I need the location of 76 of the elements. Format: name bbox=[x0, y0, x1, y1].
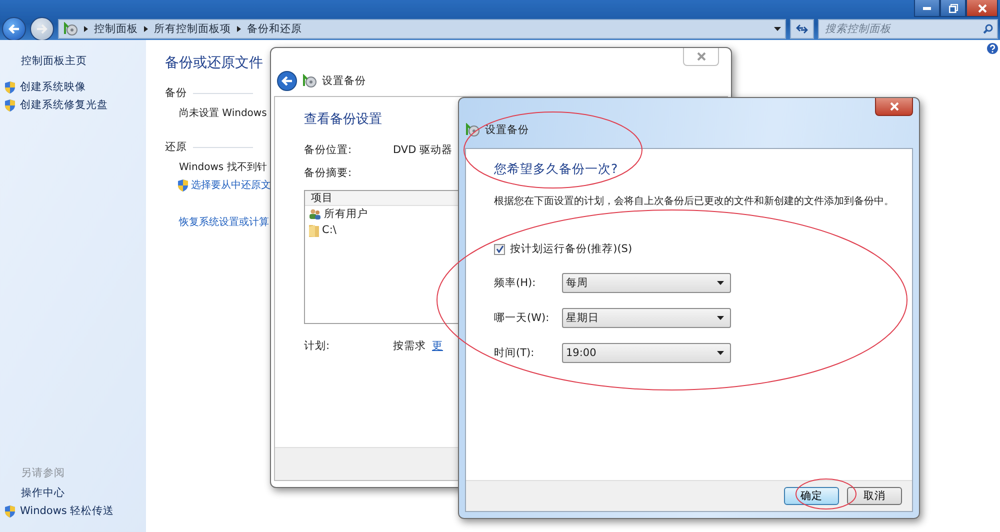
close-icon bbox=[696, 52, 706, 61]
setting-label: 备份位置: bbox=[304, 142, 353, 156]
field-label: 频率(H): bbox=[494, 276, 537, 290]
sidebar-link[interactable]: Windows 轻松传送 bbox=[4, 502, 114, 520]
backup-icon bbox=[302, 74, 317, 88]
close-button[interactable] bbox=[875, 98, 913, 116]
breadcrumb-arrow-icon bbox=[237, 26, 241, 32]
restore-button[interactable] bbox=[940, 0, 966, 17]
change-link[interactable]: 更 bbox=[432, 338, 443, 352]
dropdown-caret-icon bbox=[717, 316, 724, 320]
control-panel-icon bbox=[63, 22, 78, 36]
status-text: Windows 找不到针 bbox=[179, 160, 267, 175]
annotation-ellipse bbox=[795, 478, 857, 510]
folder-icon bbox=[309, 224, 319, 236]
sidebar-link[interactable]: 创建系统映像 bbox=[4, 78, 86, 96]
restore-link[interactable]: 选择要从中还原文 bbox=[177, 176, 271, 194]
minimize-button[interactable] bbox=[914, 0, 940, 17]
checkmark-icon bbox=[496, 245, 504, 253]
back-button[interactable] bbox=[277, 71, 297, 91]
back-button[interactable] bbox=[2, 17, 26, 41]
back-arrow-icon bbox=[8, 24, 20, 34]
field-label: 时间(T): bbox=[494, 346, 536, 360]
ok-button[interactable]: 确定 bbox=[784, 487, 839, 505]
shield-icon bbox=[4, 98, 16, 112]
setting-value: DVD 驱动器 bbox=[393, 142, 453, 156]
restore-link[interactable]: 恢复系统设置或计算 bbox=[179, 213, 269, 231]
section-heading: 还原 bbox=[165, 140, 187, 154]
shield-icon bbox=[4, 80, 16, 94]
sidebar-link[interactable]: 操作中心 bbox=[4, 484, 65, 502]
breadcrumb-item[interactable]: 所有控制面板项 bbox=[154, 22, 231, 36]
shield-icon bbox=[4, 504, 16, 518]
shield-icon bbox=[177, 178, 189, 192]
list-item[interactable]: C:\ bbox=[305, 222, 726, 238]
schedule-checkbox[interactable]: 按计划运行备份(推荐)(S) bbox=[494, 242, 912, 256]
dropdown-field[interactable]: 每周 bbox=[562, 273, 731, 293]
dropdown-caret-icon[interactable] bbox=[774, 27, 781, 31]
users-icon bbox=[309, 208, 321, 220]
setting-label: 计划: bbox=[304, 338, 331, 352]
setting-label: 备份摘要: bbox=[304, 166, 353, 180]
minimize-icon bbox=[923, 6, 931, 10]
close-icon bbox=[978, 4, 986, 12]
breadcrumb-arrow-icon bbox=[84, 26, 88, 32]
sidebar-link[interactable]: 创建系统修复光盘 bbox=[4, 96, 108, 114]
address-bar[interactable]: 控制面板 所有控制面板项 备份和还原 bbox=[58, 19, 786, 39]
close-icon bbox=[890, 102, 898, 111]
breadcrumb-item[interactable]: 控制面板 bbox=[94, 22, 138, 36]
restore-icon bbox=[948, 4, 958, 12]
dialog-title: 设置备份 bbox=[485, 123, 529, 137]
breadcrumb-arrow-icon bbox=[144, 26, 148, 32]
setting-value: 按需求 bbox=[393, 338, 426, 352]
search-field[interactable]: 搜索控制面板 bbox=[818, 19, 998, 39]
forward-button[interactable] bbox=[30, 17, 54, 41]
search-input[interactable]: 搜索控制面板 bbox=[823, 22, 983, 36]
sidebar-link[interactable]: 控制面板主页 bbox=[4, 52, 87, 70]
backup-icon bbox=[465, 123, 480, 137]
page-title: 备份或还原文件 bbox=[165, 54, 263, 72]
cancel-button[interactable]: 取消 bbox=[847, 487, 902, 505]
dialog-heading: 您希望多久备份一次? bbox=[494, 161, 619, 178]
dialog-title: 设置备份 bbox=[322, 74, 366, 88]
dialog-heading: 查看备份设置 bbox=[304, 111, 383, 128]
list-item[interactable]: 所有用户 bbox=[305, 206, 726, 222]
breadcrumb-item[interactable]: 备份和还原 bbox=[247, 22, 302, 36]
help-icon[interactable] bbox=[987, 43, 998, 54]
dropdown-caret-icon bbox=[717, 351, 724, 355]
search-icon bbox=[983, 24, 993, 34]
refresh-button[interactable] bbox=[790, 19, 814, 39]
status-text: 尚未设置 Windows bbox=[179, 106, 267, 121]
refresh-icon bbox=[796, 24, 808, 34]
forward-arrow-icon bbox=[36, 24, 48, 34]
section-heading: 备份 bbox=[165, 86, 187, 100]
sidebar-section-title: 另请参阅 bbox=[20, 466, 66, 481]
dropdown-caret-icon bbox=[717, 281, 724, 285]
close-button[interactable] bbox=[966, 0, 998, 17]
dropdown-field[interactable]: 19:00 bbox=[562, 343, 731, 363]
dropdown-field[interactable]: 星期日 bbox=[562, 308, 731, 328]
field-label: 哪一天(W): bbox=[494, 311, 550, 325]
